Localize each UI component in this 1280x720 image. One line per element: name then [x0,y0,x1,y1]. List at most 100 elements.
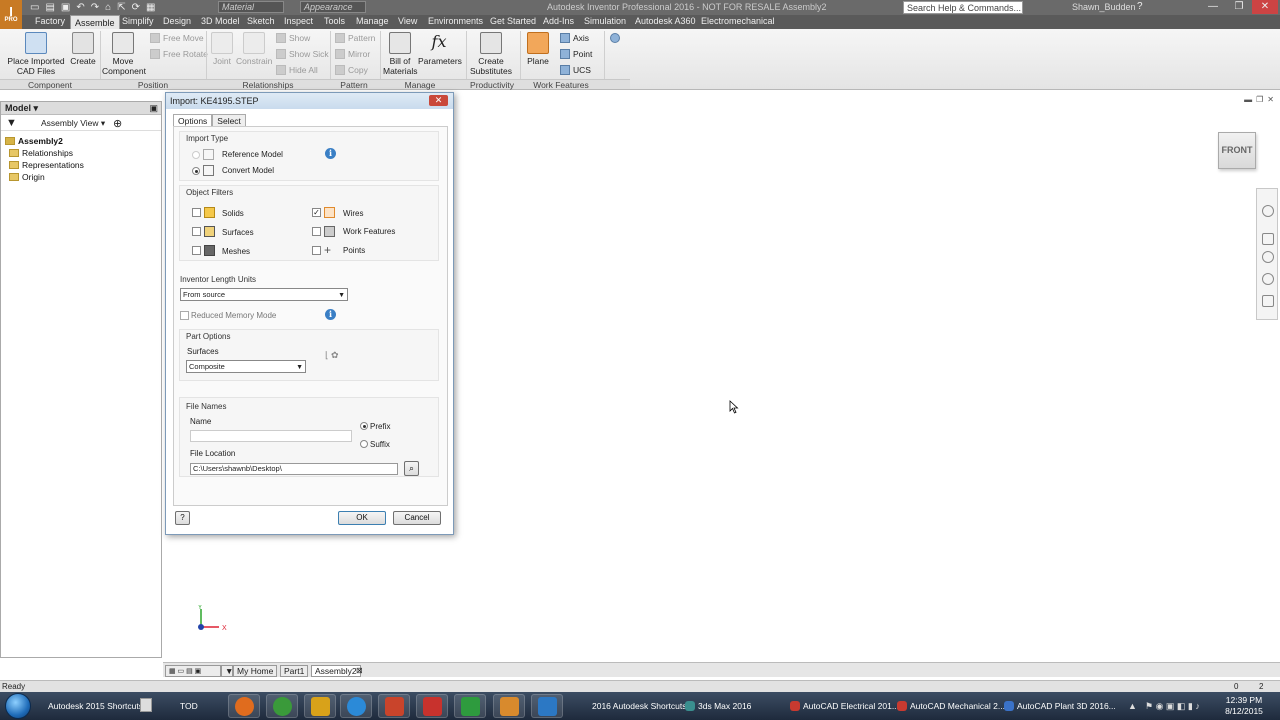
assembly-view-dropdown[interactable]: Assembly View ▾ [31,118,105,129]
tab-3d-model[interactable]: 3D Model [201,16,240,26]
tab-manage[interactable]: Manage [356,16,389,26]
dialog-close-button[interactable]: ✕ [429,95,448,106]
pattern-button[interactable]: Pattern [335,33,375,43]
cancel-button[interactable]: Cancel [393,511,441,525]
home-icon[interactable]: ⌂ [105,2,111,13]
reference-model-radio[interactable] [192,151,200,159]
mirror-button[interactable]: Mirror [335,49,370,59]
show-sick-button[interactable]: Show Sick [276,49,329,59]
save-icon[interactable]: ▣ [61,2,70,13]
free-move-button[interactable]: Free Move [150,33,204,43]
help-search-input[interactable]: Search Help & Commands... [903,1,1023,14]
show-button[interactable]: Show [276,33,310,43]
internet-explorer-icon[interactable] [340,694,372,718]
length-units-dropdown[interactable]: From source ▼ [180,288,348,301]
tab-electromechanical[interactable]: Electromechanical [701,16,775,26]
close-button[interactable]: ✕ [1252,0,1278,14]
tab-get-started[interactable]: Get Started [490,16,536,26]
viewcube[interactable]: FRONT [1218,132,1256,169]
meshes-checkbox[interactable] [192,246,201,255]
copy-button[interactable]: Copy [335,65,368,75]
appearance-combo[interactable]: Appearance [300,1,366,13]
panel-manage[interactable]: Manage [400,80,440,90]
suffix-radio[interactable] [360,440,368,448]
inventor-taskbar-icon[interactable] [493,694,525,718]
panel-productivity[interactable]: Productivity [466,80,518,90]
autodesk-360-icon[interactable] [304,694,336,718]
autocad-icon[interactable] [416,694,448,718]
tab-environments[interactable]: Environments [428,16,483,26]
taskbar-item[interactable]: Autodesk 2015 Shortcuts [48,695,143,717]
undo-icon[interactable]: ↶ [76,2,84,13]
tab-sketch[interactable]: Sketch [247,16,275,26]
create-substitutes-button[interactable]: Create Substitutes [468,32,514,76]
tab-my-home[interactable]: My Home [233,665,278,677]
constrain-button[interactable]: Constrain [236,32,272,66]
ucs-button[interactable]: UCS [560,65,591,75]
dialog-help-button[interactable]: ? [175,511,190,525]
taskbar-item[interactable]: AutoCAD Plant 3D 2016... [1004,695,1116,717]
ribbon-options-icon[interactable] [610,33,620,43]
surfaces-checkbox[interactable] [192,227,201,236]
zoom-icon[interactable] [1262,251,1274,263]
browse-folder-button[interactable]: ⌕ [404,461,419,476]
restore-button[interactable]: ❐ [1226,0,1252,14]
update-icon[interactable]: ⟳ [132,2,140,13]
shortcuts-folder-icon[interactable] [140,698,152,712]
look-at-icon[interactable] [1262,295,1274,307]
open-icon[interactable]: ▤ [45,2,54,13]
surfaces-dropdown[interactable]: Composite ▼ [186,360,306,373]
panel-position[interactable]: Position [128,80,178,90]
find-icon[interactable]: ⊕ [113,117,122,130]
tab-simulation[interactable]: Simulation [584,16,626,26]
taskbar-item[interactable]: AutoCAD Mechanical 2... [897,695,1005,717]
work-features-checkbox[interactable] [312,227,321,236]
plane-button[interactable]: Plane [524,32,552,66]
start-button[interactable] [5,693,31,719]
tab-assembly2[interactable]: Assembly2 [311,665,361,677]
powerpoint-icon[interactable] [378,694,410,718]
chrome-icon[interactable] [266,694,298,718]
move-component-button[interactable]: Move Component [102,32,146,76]
panel-pattern[interactable]: Pattern [336,80,372,90]
tab-layout-controls[interactable]: ▦ ▭ ▤ ▣ [165,665,221,677]
green-app-icon[interactable] [454,694,486,718]
minimize-button[interactable]: — [1200,0,1226,14]
hide-all-button[interactable]: Hide All [276,65,318,75]
tab-design[interactable]: Design [163,16,191,26]
parameters-button[interactable]: fx Parameters [418,32,462,66]
orbit-icon[interactable] [1262,273,1274,285]
panel-relationships[interactable]: Relationships [236,80,300,90]
bill-of-materials-button[interactable]: Bill of Materials [383,32,417,76]
point-button[interactable]: Point [560,49,592,59]
tab-assemble[interactable]: Assemble [70,15,120,29]
material-combo[interactable]: Material [218,1,284,13]
redo-icon[interactable]: ↷ [91,2,99,13]
select-icon[interactable]: ⇱ [117,2,125,13]
help-icon[interactable]: ? [1137,1,1143,12]
browser-header[interactable]: Model ▾ ▣ [1,102,161,115]
user-name[interactable]: Shawn_Budden [1072,2,1136,12]
tray-expand-icon[interactable]: ▲ [1128,701,1137,711]
tray-icons[interactable]: ⚑ ◉ ▣ ◧ ▮ ♪ [1145,701,1200,712]
tab-close-icon[interactable]: ⊠ [356,666,363,675]
filter-icon[interactable]: ▼ [6,117,17,129]
tab-view[interactable]: View [398,16,417,26]
place-imported-cad-button[interactable]: Place Imported CAD Files [5,32,67,76]
ok-button[interactable]: OK [338,511,386,525]
inventor-logo-icon[interactable]: I PRO [0,0,22,29]
joint-button[interactable]: Joint [210,32,234,66]
file-location-input[interactable]: C:\Users\shawnb\Desktop\ [190,463,398,475]
taskbar-item[interactable]: AutoCAD Electrical 201... [790,695,899,717]
s-app-icon[interactable] [531,694,563,718]
steering-wheel-icon[interactable] [1262,205,1274,217]
tab-inspect[interactable]: Inspect [284,16,313,26]
tab-tools[interactable]: Tools [324,16,345,26]
taskbar-item[interactable]: 3ds Max 2016 [685,695,751,717]
reduced-memory-checkbox[interactable] [180,311,189,320]
firefox-icon[interactable] [228,694,260,718]
tab-autodesk-a360[interactable]: Autodesk A360 [635,16,696,26]
wires-checkbox[interactable]: ✓ [312,208,321,217]
new-icon[interactable]: ▭ [30,2,39,13]
taskbar-item[interactable]: TOD [180,695,198,717]
